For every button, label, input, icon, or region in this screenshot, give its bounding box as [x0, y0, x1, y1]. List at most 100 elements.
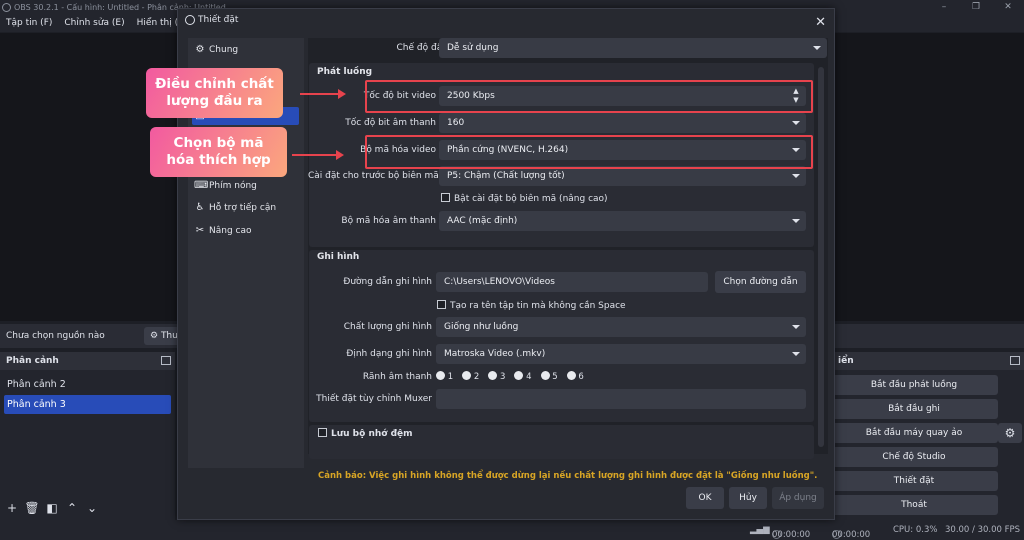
arrow-up-icon[interactable]: ⌃	[64, 500, 80, 516]
menu-edit[interactable]: Chỉnh sửa (E)	[64, 15, 124, 32]
controls-title: iển	[838, 356, 854, 366]
chevron-down-icon	[792, 121, 800, 125]
no-space-filename-checkbox[interactable]: Tạo ra tên tập tin mà không cần Space	[437, 299, 626, 313]
chevron-down-icon	[792, 325, 800, 329]
chevron-down-icon	[792, 219, 800, 223]
ok-button[interactable]: OK	[686, 487, 724, 509]
checkbox-icon	[437, 300, 446, 309]
audio-encoder-select[interactable]: AAC (mặc định)	[439, 211, 806, 231]
output-mode-select[interactable]: Dễ sử dụng	[439, 38, 827, 58]
checkbox-icon	[318, 428, 327, 437]
settings-button[interactable]: Thiết đặt	[830, 471, 998, 491]
studio-mode-button[interactable]: Chế độ Studio	[830, 447, 998, 467]
nav-item-hotkeys[interactable]: ⌨Phím nóng	[194, 177, 257, 195]
track-number: 4	[526, 372, 532, 382]
audio-track-option[interactable]: 3	[488, 370, 505, 384]
recording-format-select[interactable]: Matroska Video (.mkv)	[436, 344, 806, 364]
encoder-preset-value: P5: Chậm (Chất lượng tốt)	[447, 171, 565, 181]
close-icon[interactable]: ✕	[815, 12, 826, 34]
nav-item-advanced[interactable]: ✂ Nâng cao	[194, 222, 252, 240]
recording-format-value: Matroska Video (.mkv)	[444, 349, 546, 359]
arrow-right-icon	[292, 150, 344, 160]
recording-quality-value: Giống như luồng	[444, 322, 519, 332]
track-number: 6	[578, 372, 584, 382]
undock-icon[interactable]	[1010, 356, 1020, 365]
scene-item-selected[interactable]: Phân cảnh 3	[4, 395, 171, 414]
recording-path-value: C:\Users\LENOVO\Videos	[444, 277, 555, 287]
radio-icon	[514, 371, 524, 380]
close-window-icon[interactable]: ✕	[992, 0, 1024, 15]
replay-buffer-checkbox[interactable]: Lưu bộ nhớ đệm	[318, 427, 413, 441]
virtual-camera-settings-button[interactable]: ⚙	[998, 423, 1022, 443]
maximize-icon[interactable]: ❐	[960, 0, 992, 15]
source-toolbar: Chưa chọn nguồn nào ⚙ Thu	[0, 324, 194, 348]
arrow-right-icon	[300, 89, 346, 99]
nav-item-general[interactable]: ⚙ Chung	[194, 41, 239, 59]
encoder-preset-select[interactable]: P5: Chậm (Chất lượng tốt)	[439, 166, 806, 186]
plus-icon[interactable]: +	[4, 500, 20, 516]
gear-icon: ⚙	[1004, 426, 1016, 440]
cpu-usage: CPU: 0.3%	[893, 525, 938, 535]
audio-track-option[interactable]: 5	[540, 370, 558, 384]
scenes-title: Phân cảnh	[6, 356, 59, 366]
audio-tracks-options: 1 2 3 4 5 6	[436, 370, 590, 384]
trash-icon[interactable]: 🗑	[24, 500, 40, 516]
dialog-title-bar: Thiết đặt ✕	[178, 9, 834, 31]
chevron-down-icon	[792, 352, 800, 356]
warning-message: Cảnh báo: Việc ghi hình không thể được d…	[318, 471, 818, 481]
radio-icon	[436, 371, 445, 380]
muxer-settings-input[interactable]	[436, 389, 806, 409]
dialog-title: Thiết đặt	[198, 15, 239, 25]
radio-icon	[462, 371, 472, 380]
source-toolbar-right	[830, 324, 1024, 348]
nav-label: Phím nóng	[209, 181, 257, 191]
start-virtual-camera-button[interactable]: Bắt đầu máy quay ảo	[830, 423, 998, 443]
gear-icon: ⚙	[150, 331, 161, 341]
scene-item[interactable]: Phân cảnh 2	[4, 375, 171, 394]
fps-readout: 30.00 / 30.00 FPS	[945, 525, 1021, 535]
audio-track-option[interactable]: 2	[462, 370, 479, 384]
audio-bitrate-select[interactable]: 160	[439, 113, 806, 133]
audio-bitrate-value: 160	[447, 118, 465, 128]
nav-label: Hỗ trợ tiếp cận	[209, 203, 277, 213]
recording-format-label: Định dạng ghi hình	[346, 349, 432, 359]
recording-quality-select[interactable]: Giống như luồng	[436, 317, 806, 337]
nav-item-accessibility[interactable]: ♿ Hỗ trợ tiếp cận	[194, 199, 277, 217]
cancel-button[interactable]: Hủy	[729, 487, 767, 509]
radio-icon	[566, 371, 576, 380]
arrow-down-icon[interactable]: ⌄	[84, 500, 100, 516]
track-number: 3	[499, 372, 506, 382]
nav-label: Chung	[209, 45, 239, 55]
apply-button[interactable]: Áp dụng	[772, 487, 824, 509]
radio-icon	[540, 371, 550, 380]
properties-label: Thu	[160, 331, 178, 341]
output-mode-value: Dễ sử dụng	[447, 43, 499, 53]
status-bar: ▂▄▆ 00:00:00 00:00:00 CPU: 0.3% 30.00 / …	[0, 520, 1024, 540]
track-number: 1	[447, 372, 454, 382]
advanced-encoder-label: Bật cài đặt bộ biên mã (nâng cao)	[454, 194, 608, 204]
audio-track-option[interactable]: 6	[566, 370, 584, 384]
audio-tracks-label: Rãnh âm thanh	[362, 372, 432, 382]
rec-time: 00:00:00	[832, 530, 871, 540]
network-bars-icon: ▂▄▆	[750, 525, 770, 535]
content-scrollbar[interactable]	[818, 67, 824, 447]
window-controls: – ❐ ✕	[928, 0, 1024, 15]
audio-track-option[interactable]: 4	[514, 370, 532, 384]
audio-bitrate-label: Tốc độ bit âm thanh	[345, 118, 436, 128]
advanced-encoder-checkbox[interactable]: Bật cài đặt bộ biên mã (nâng cao)	[441, 192, 608, 206]
undock-icon[interactable]	[161, 356, 171, 365]
browse-path-button[interactable]: Chọn đường dẫn	[715, 271, 806, 293]
keyboard-icon: ⌨	[194, 180, 209, 191]
start-streaming-button[interactable]: Bắt đầu phát luồng	[830, 375, 998, 395]
start-recording-button[interactable]: Bắt đầu ghi	[830, 399, 998, 419]
exit-button[interactable]: Thoát	[830, 495, 998, 515]
recording-path-label: Đường dẫn ghi hình	[343, 277, 432, 287]
audio-track-option[interactable]: 1	[436, 370, 453, 384]
minimize-icon[interactable]: –	[928, 0, 960, 15]
checkbox-icon	[441, 193, 450, 202]
muxer-settings-label: Thiết đặt tùy chỉnh Muxer	[316, 394, 432, 404]
menu-file[interactable]: Tập tin (F)	[6, 15, 52, 32]
filter-icon[interactable]: ◧	[44, 500, 60, 516]
highlight-video-encoder	[365, 135, 813, 169]
recording-path-input[interactable]: C:\Users\LENOVO\Videos	[436, 272, 708, 292]
